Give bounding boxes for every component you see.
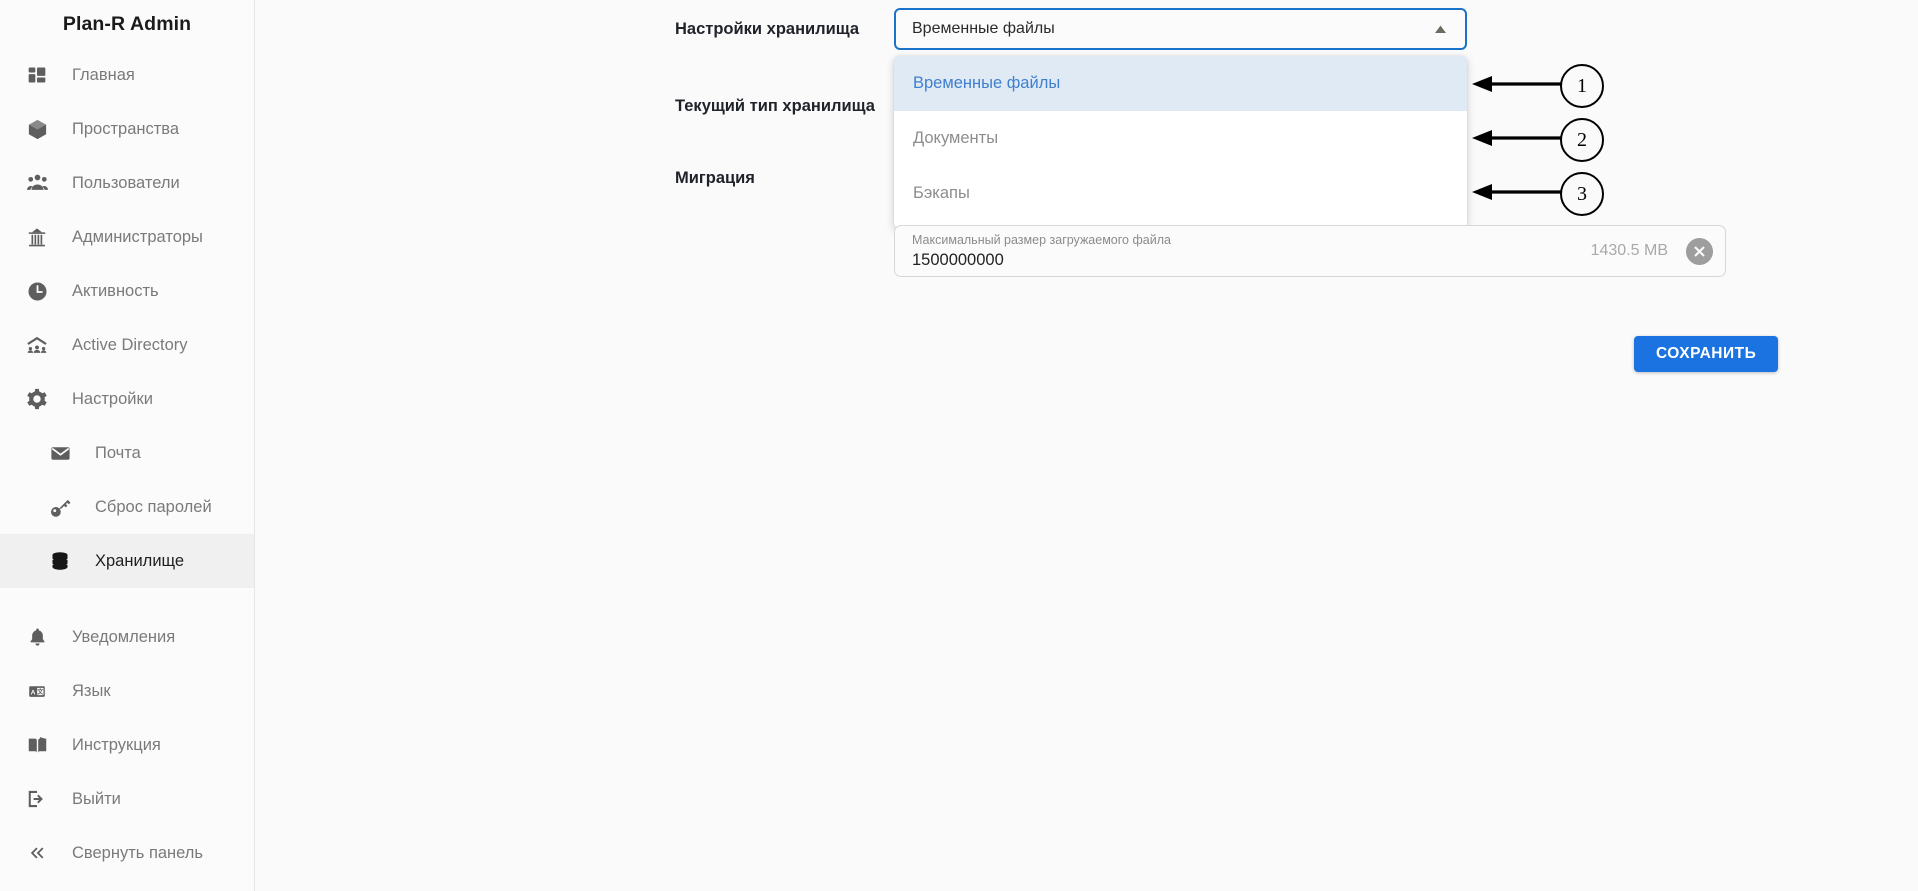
storage-settings-form: Настройки хранилища Текущий тип хранилищ…: [255, 0, 1918, 891]
sidebar-item-3[interactable]: Администраторы: [0, 210, 254, 264]
sidebar-item-label: Инструкция: [72, 735, 161, 754]
book-icon: [22, 732, 52, 758]
sidebar-item-10[interactable]: Уведомления: [0, 610, 254, 664]
storage-type-option-label: Бэкапы: [913, 184, 970, 202]
sidebar-item-label: Выйти: [72, 789, 121, 808]
label-storage-settings: Настройки хранилища: [675, 20, 860, 38]
sidebar-item-label: Active Directory: [72, 335, 188, 354]
svg-text:文: 文: [36, 687, 44, 695]
main-content: Настройки хранилища Текущий тип хранилищ…: [255, 0, 1918, 891]
key-icon: [45, 494, 75, 520]
storage-type-option-0[interactable]: Временные файлы: [894, 56, 1467, 111]
sidebar-item-6[interactable]: Настройки: [0, 372, 254, 426]
logout-icon: [22, 786, 52, 812]
sidebar-item-5[interactable]: Active Directory: [0, 318, 254, 372]
users-icon: [22, 170, 52, 196]
storage-type-option-label: Временные файлы: [913, 74, 1061, 92]
sidebar-item-label: Почта: [95, 443, 141, 462]
sidebar-item-12[interactable]: Инструкция: [0, 718, 254, 772]
storage-type-option-label: Документы: [913, 129, 999, 147]
max-file-size-field[interactable]: Максимальный размер загружаемого файла 1…: [894, 225, 1726, 277]
sidebar-item-label: Активность: [72, 281, 159, 300]
max-file-size-value: 1500000000: [912, 251, 1004, 269]
dashboard-icon: [22, 62, 52, 88]
sidebar-item-13[interactable]: Выйти: [0, 772, 254, 826]
sidebar-nav: Главная Пространства Пользователи Администр…: [0, 48, 254, 880]
sidebar-item-9[interactable]: Хранилище: [0, 534, 254, 588]
sidebar-item-11[interactable]: A 文 Язык: [0, 664, 254, 718]
sidebar-item-label: Хранилище: [95, 551, 185, 570]
box-icon: [22, 116, 52, 142]
storage-type-option-1[interactable]: Документы: [894, 111, 1467, 166]
sidebar-item-label: Главная: [72, 65, 135, 84]
sidebar-item-label: Пользователи: [72, 173, 180, 192]
storage-type-select[interactable]: Временные файлы: [894, 8, 1467, 50]
storage-type-select-wrapper: Временные файлы Временные файлы Документы…: [894, 8, 1467, 228]
storage-type-option-2[interactable]: Бэкапы: [894, 166, 1467, 221]
sidebar-item-label: Пространства: [72, 119, 180, 138]
svg-text:A: A: [31, 689, 36, 696]
max-file-size-input-inner[interactable]: Максимальный размер загружаемого файла 1…: [895, 226, 1591, 276]
translate-icon: A文: [22, 678, 52, 704]
max-file-size-caption: Максимальный размер загружаемого файла: [912, 233, 1171, 247]
storage-type-select-value: Временные файлы: [912, 20, 1055, 37]
save-button[interactable]: СОХРАНИТЬ: [1634, 336, 1779, 372]
sidebar-item-label: Настройки: [72, 389, 153, 408]
app-title: Plan-R Admin: [62, 12, 192, 35]
mail-icon: [45, 440, 75, 466]
storage-type-options-menu: Временные файлы Документы Бэкапы: [894, 56, 1467, 228]
clock-icon: [22, 278, 52, 304]
database-icon: [45, 548, 75, 574]
sidebar-item-label: Свернуть панель: [72, 843, 204, 862]
sidebar-item-7[interactable]: Почта: [0, 426, 254, 480]
sidebar-item-1[interactable]: Пространства: [0, 102, 254, 156]
active-directory-icon: [22, 332, 52, 358]
chevron-double-left-icon: [22, 840, 52, 866]
admin-detective-icon: [22, 224, 52, 250]
sidebar-item-0[interactable]: Главная: [0, 48, 254, 102]
sidebar-divider-gap: [0, 588, 254, 610]
sidebar-item-2[interactable]: Пользователи: [0, 156, 254, 210]
sidebar: Plan-R Admin Главная Пространства Пользова…: [0, 0, 255, 891]
sidebar-item-14[interactable]: Свернуть панель: [0, 826, 254, 880]
sidebar-item-label: Администраторы: [72, 227, 203, 246]
sidebar-item-8[interactable]: Сброс паролей: [0, 480, 254, 534]
max-file-size-converted: 1430.5 MB: [1590, 242, 1668, 259]
bell-icon: [22, 624, 52, 650]
clear-circle-icon[interactable]: [1686, 237, 1713, 265]
sidebar-item-label: Язык: [72, 681, 111, 700]
sidebar-item-label: Сброс паролей: [95, 497, 212, 516]
chevron-up-icon[interactable]: [1431, 20, 1449, 38]
label-migration: Миграция: [675, 169, 755, 187]
sidebar-item-4[interactable]: Активность: [0, 264, 254, 318]
admin-app-window: Plan-R Admin Главная Пространства Пользова…: [0, 0, 1918, 891]
label-current-storage-type: Текущий тип хранилища: [675, 97, 875, 115]
sidebar-item-label: Уведомления: [72, 627, 176, 646]
gear-icon: [22, 386, 52, 412]
